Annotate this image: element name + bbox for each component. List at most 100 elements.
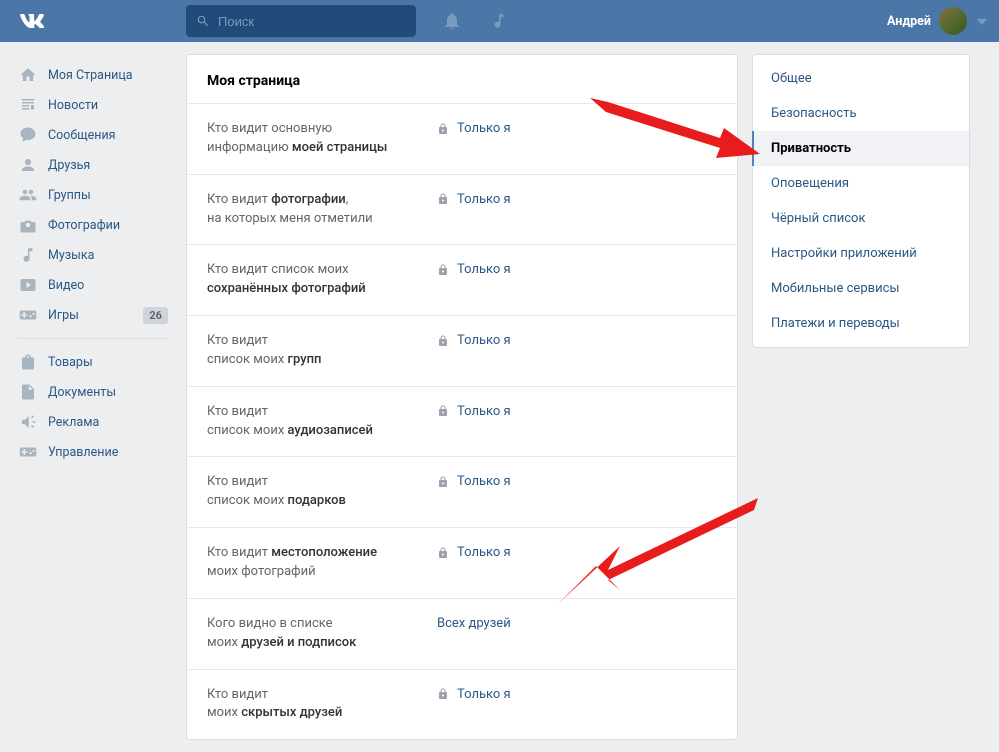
settings-item[interactable]: Безопасность — [753, 96, 969, 131]
privacy-value[interactable]: Только я — [437, 686, 511, 702]
chevron-down-icon — [977, 14, 987, 29]
avatar — [939, 7, 967, 35]
market-icon — [18, 352, 38, 372]
privacy-row: Кто видит список моихсохранённых фотогра… — [187, 244, 737, 315]
nav-news[interactable]: Новости — [12, 90, 174, 120]
privacy-value-text: Только я — [457, 545, 511, 560]
lock-icon — [437, 405, 449, 417]
privacy-value-text: Только я — [457, 687, 511, 702]
lock-icon — [437, 688, 449, 700]
news-icon — [18, 95, 38, 115]
privacy-value[interactable]: Всех друзей — [437, 615, 511, 631]
lock-icon — [437, 476, 449, 488]
docs-icon — [18, 382, 38, 402]
privacy-label: Кто видит список моихсохранённых фотогра… — [207, 261, 437, 299]
notifications-icon[interactable] — [442, 11, 462, 31]
vk-logo[interactable] — [18, 7, 46, 35]
home-icon — [18, 65, 38, 85]
lock-icon — [437, 123, 449, 135]
privacy-value[interactable]: Только я — [437, 403, 511, 419]
privacy-label: Кто видит местоположениемоих фотографий — [207, 544, 437, 582]
nav-label: Товары — [48, 355, 93, 370]
settings-item[interactable]: Настройки приложений — [753, 236, 969, 271]
privacy-row: Кто видитмоих скрытых друзей Только я — [187, 669, 737, 740]
privacy-label: Кто видитсписок моих подарков — [207, 473, 437, 511]
privacy-value[interactable]: Только я — [437, 473, 511, 489]
nav-badge: 26 — [143, 307, 168, 324]
lock-icon — [437, 547, 449, 559]
privacy-label: Кто видитсписок моих групп — [207, 332, 437, 370]
search-icon — [196, 14, 210, 28]
privacy-label: Кто видит фотографии,на которых меня отм… — [207, 191, 437, 229]
user-menu[interactable]: Андрей — [887, 7, 987, 35]
nav-label: Моя Страница — [48, 68, 133, 83]
settings-item[interactable]: Общее — [753, 61, 969, 96]
privacy-value[interactable]: Только я — [437, 544, 511, 560]
video-icon — [18, 275, 38, 295]
privacy-value-text: Всех друзей — [437, 616, 511, 631]
privacy-row: Кто видит основнуюинформацию моей страни… — [187, 103, 737, 174]
privacy-row: Кто видитсписок моих групп Только я — [187, 315, 737, 386]
search-container[interactable] — [186, 5, 416, 37]
games-icon — [18, 305, 38, 325]
nav-friends[interactable]: Друзья — [12, 150, 174, 180]
nav-manage[interactable]: Управление — [12, 437, 174, 467]
lock-icon — [437, 335, 449, 347]
nav-divider — [18, 338, 168, 339]
nav-label: Группы — [48, 188, 91, 203]
privacy-value-text: Только я — [457, 404, 511, 419]
privacy-row: Кто видитсписок моих подарков Только я — [187, 456, 737, 527]
content-title: Моя страница — [187, 55, 737, 103]
photos-icon — [18, 215, 38, 235]
nav-label: Документы — [48, 385, 116, 400]
privacy-value[interactable]: Только я — [437, 120, 511, 136]
music-icon[interactable] — [490, 12, 508, 30]
nav-label: Управление — [48, 445, 118, 460]
nav-groups[interactable]: Группы — [12, 180, 174, 210]
top-header: Андрей — [0, 0, 999, 42]
privacy-value-text: Только я — [457, 333, 511, 348]
ads-icon — [18, 412, 38, 432]
nav-label: Видео — [48, 278, 84, 293]
nav-label: Сообщения — [48, 128, 116, 143]
settings-item[interactable]: Приватность — [753, 131, 969, 166]
friends-icon — [18, 155, 38, 175]
nav-label: Фотографии — [48, 218, 120, 233]
nav-label: Игры — [48, 308, 79, 323]
messages-icon — [18, 125, 38, 145]
nav-music[interactable]: Музыка — [12, 240, 174, 270]
nav-games[interactable]: Игры 26 — [12, 300, 174, 330]
privacy-label: Кто видитсписок моих аудиозаписей — [207, 403, 437, 441]
nav-docs[interactable]: Документы — [12, 377, 174, 407]
privacy-value[interactable]: Только я — [437, 332, 511, 348]
privacy-value[interactable]: Только я — [437, 261, 511, 277]
privacy-value-text: Только я — [457, 474, 511, 489]
privacy-label: Кто видитмоих скрытых друзей — [207, 686, 437, 724]
privacy-row: Кто видитсписок моих аудиозаписей Только … — [187, 386, 737, 457]
nav-label: Реклама — [48, 415, 99, 430]
nav-video[interactable]: Видео — [12, 270, 174, 300]
privacy-label: Кто видит основнуюинформацию моей страни… — [207, 120, 437, 158]
settings-item[interactable]: Чёрный список — [753, 201, 969, 236]
settings-item[interactable]: Оповещения — [753, 166, 969, 201]
settings-item[interactable]: Мобильные сервисы — [753, 271, 969, 306]
privacy-value-text: Только я — [457, 192, 511, 207]
nav-ads[interactable]: Реклама — [12, 407, 174, 437]
lock-icon — [437, 264, 449, 276]
privacy-value-text: Только я — [457, 121, 511, 136]
nav-home[interactable]: Моя Страница — [12, 60, 174, 90]
settings-item[interactable]: Платежи и переводы — [753, 306, 969, 341]
content-panel: Моя страница Кто видит основнуюинформаци… — [186, 54, 738, 740]
search-input[interactable] — [218, 14, 398, 29]
nav-messages[interactable]: Сообщения — [12, 120, 174, 150]
manage-icon — [18, 442, 38, 462]
settings-nav: ОбщееБезопасностьПриватностьОповещенияЧё… — [752, 54, 970, 348]
privacy-value[interactable]: Только я — [437, 191, 511, 207]
privacy-row: Кто видит местоположениемоих фотографий Т… — [187, 527, 737, 598]
nav-market[interactable]: Товары — [12, 347, 174, 377]
nav-photos[interactable]: Фотографии — [12, 210, 174, 240]
groups-icon — [18, 185, 38, 205]
nav-label: Друзья — [48, 158, 90, 173]
privacy-label: Кого видно в спискемоих друзей и подписо… — [207, 615, 437, 653]
lock-icon — [437, 193, 449, 205]
